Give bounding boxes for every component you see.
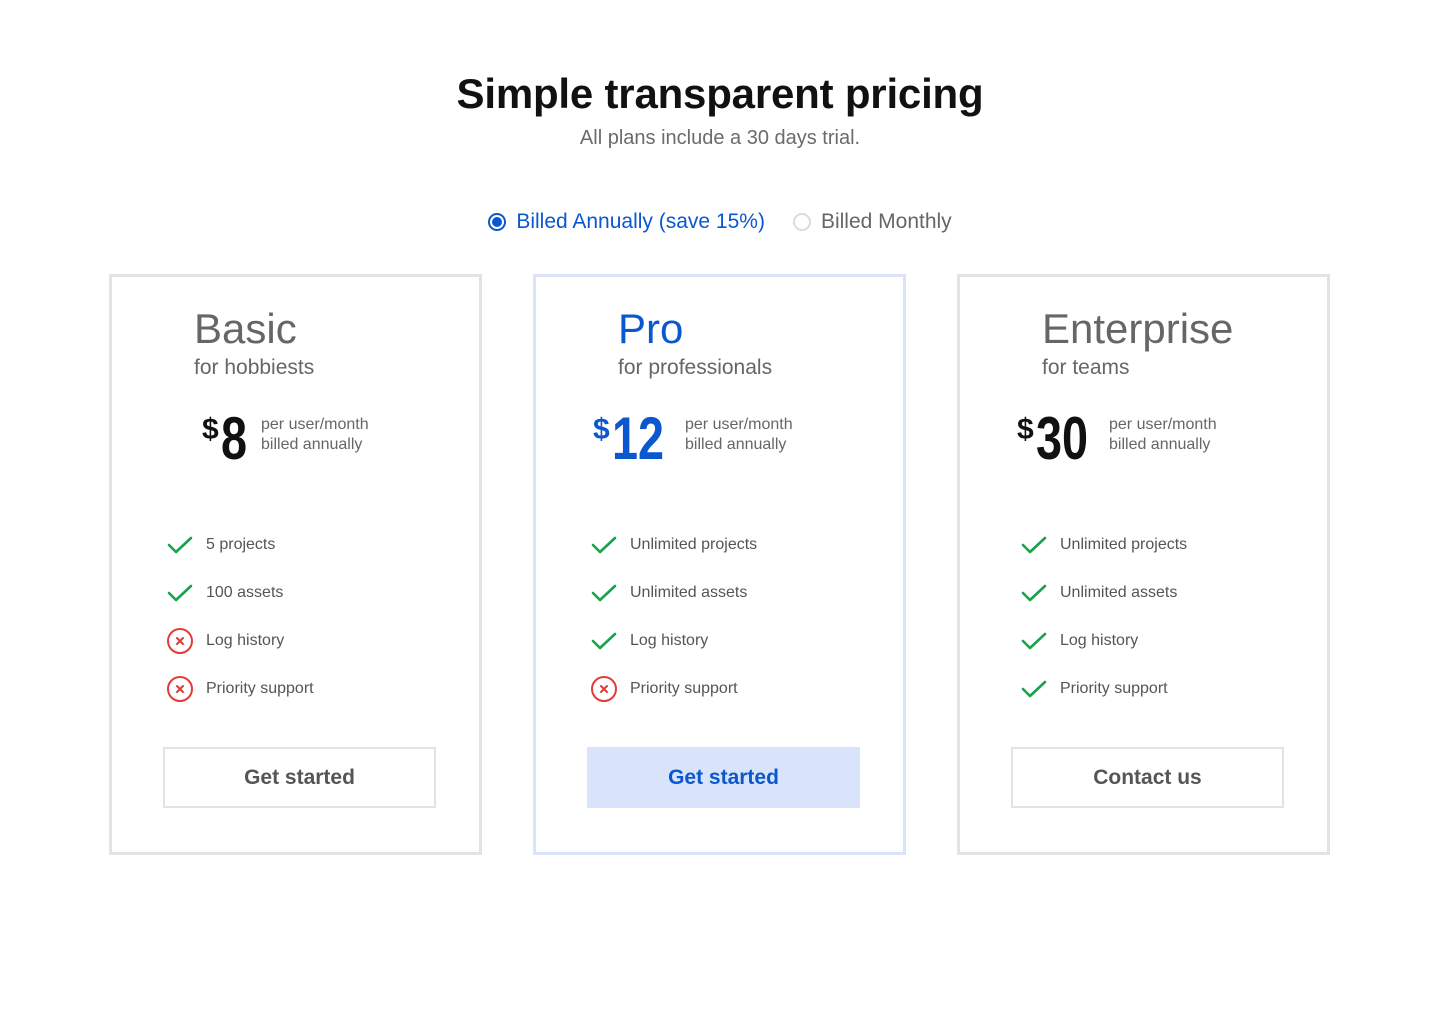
feature-item: Priority support (166, 665, 314, 713)
price-amount: 12 (611, 405, 664, 472)
check-icon (590, 627, 618, 655)
feature-label: Unlimited projects (1060, 536, 1188, 553)
feature-item: Log history (166, 617, 314, 665)
billing-toggle: Billed Annually (save 15%) Billed Monthl… (0, 210, 1440, 234)
radio-unselected-icon[interactable] (792, 213, 811, 231)
price-note-line1: per user/month (1109, 416, 1217, 433)
feature-item: Priority support (590, 665, 757, 713)
price-note-line1: per user/month (685, 416, 793, 433)
price: $ 30 (1017, 409, 1102, 469)
feature-label: Unlimited assets (1060, 584, 1178, 601)
billing-annual-label: Billed Annually (save 15%) (516, 210, 765, 233)
feature-list: 5 projects 100 assets Log history Priority … (166, 521, 314, 713)
billing-monthly-option[interactable]: Billed Monthly (792, 210, 952, 234)
price-amount: 8 (220, 405, 247, 472)
price-note-line1: per user/month (261, 416, 369, 433)
page-title: Simple transparent pricing (456, 70, 984, 117)
cross-circle-icon (166, 627, 194, 655)
plan-card-pro: Pro for professionals $ 12 per user/mont… (533, 274, 906, 855)
check-icon (166, 579, 194, 607)
feature-item: Unlimited assets (590, 569, 757, 617)
feature-label: Log history (1060, 632, 1139, 649)
feature-label: 5 projects (206, 536, 276, 553)
price-note-line2: billed annually (261, 436, 363, 453)
feature-label: Log history (206, 632, 285, 649)
feature-list: Unlimited projects Unlimited assets Log hi… (590, 521, 757, 713)
page-subtitle: All plans include a 30 days trial. (579, 127, 861, 149)
feature-label: Priority support (630, 680, 738, 697)
feature-label: Unlimited assets (630, 584, 748, 601)
price-note: per user/month billed annually (685, 415, 793, 455)
check-icon (1020, 531, 1048, 559)
cross-circle-icon (166, 675, 194, 703)
feature-label: Priority support (1060, 680, 1168, 697)
radio-selected-icon[interactable] (488, 213, 507, 231)
plan-tagline: for teams (1042, 356, 1130, 379)
price-note-line2: billed annually (1109, 436, 1211, 453)
feature-item: Unlimited assets (1020, 569, 1187, 617)
plan-tagline: for hobbiests (194, 356, 315, 379)
feature-item: 5 projects (166, 521, 314, 569)
feature-label: Log history (630, 632, 709, 649)
feature-list: Unlimited projects Unlimited assets Log hi… (1020, 521, 1187, 713)
check-icon (590, 579, 618, 607)
plan-name: Basic (194, 305, 297, 352)
check-icon (590, 531, 618, 559)
plan-name: Pro (618, 305, 684, 352)
check-icon (1020, 675, 1048, 703)
plan-card-basic: Basic for hobbiests $ 8 per user/month b… (109, 274, 482, 855)
plan-tagline: for professionals (618, 356, 773, 379)
currency-symbol: $ (202, 413, 219, 446)
feature-item: Log history (590, 617, 757, 665)
feature-label: 100 assets (206, 584, 284, 601)
contact-us-button[interactable]: Contact us (1011, 747, 1284, 808)
billing-annual-option[interactable]: Billed Annually (save 15%) (488, 210, 765, 234)
price-note-line2: billed annually (685, 436, 787, 453)
feature-label: Unlimited projects (630, 536, 758, 553)
price: $ 12 (593, 409, 678, 469)
feature-item: Log history (1020, 617, 1187, 665)
get-started-button[interactable]: Get started (163, 747, 436, 808)
price: $ 8 (202, 409, 254, 469)
currency-symbol: $ (593, 413, 610, 446)
plan-name: Enterprise (1042, 305, 1234, 352)
feature-item: 100 assets (166, 569, 314, 617)
feature-label: Priority support (206, 680, 314, 697)
price-amount: 30 (1035, 405, 1088, 472)
plan-card-enterprise: Enterprise for teams $ 30 per user/month… (957, 274, 1330, 855)
get-started-button[interactable]: Get started (587, 747, 860, 808)
feature-item: Unlimited projects (590, 521, 757, 569)
feature-item: Unlimited projects (1020, 521, 1187, 569)
currency-symbol: $ (1017, 413, 1034, 446)
check-icon (1020, 627, 1048, 655)
billing-monthly-label: Billed Monthly (820, 210, 952, 233)
price-note: per user/month billed annually (1109, 415, 1217, 455)
cross-circle-icon (590, 675, 618, 703)
feature-item: Priority support (1020, 665, 1187, 713)
price-note: per user/month billed annually (261, 415, 369, 455)
check-icon (1020, 579, 1048, 607)
check-icon (166, 531, 194, 559)
